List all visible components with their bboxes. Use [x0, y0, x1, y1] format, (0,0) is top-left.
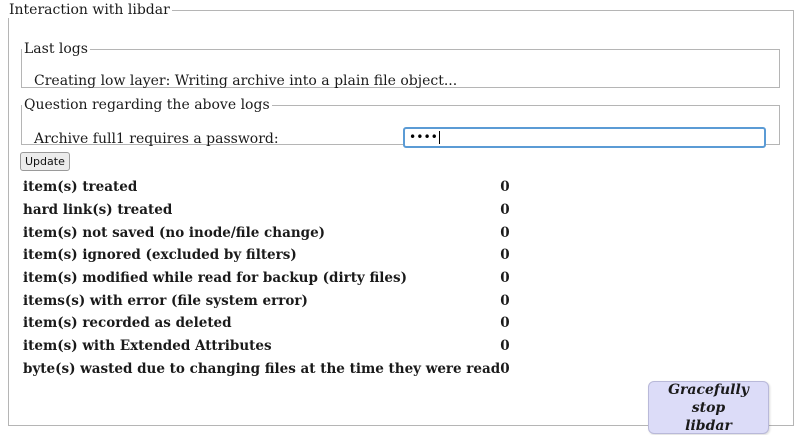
last-logs-title: Last logs: [24, 41, 88, 57]
stat-label: item(s) recorded as deleted: [23, 315, 232, 332]
stat-value: 0: [500, 247, 510, 264]
stop-button-line1: Gracefully stop: [668, 381, 749, 416]
last-log-message: Creating low layer: Writing archive into…: [34, 73, 458, 89]
stat-label: item(s) treated: [23, 179, 138, 196]
stat-label: item(s) ignored (excluded by filters): [23, 247, 297, 264]
password-input[interactable]: ••••: [403, 127, 766, 148]
update-button[interactable]: Update: [20, 152, 70, 171]
stat-label: item(s) with Extended Attributes: [23, 338, 272, 355]
stat-value: 0: [500, 292, 510, 309]
stat-value: 0: [500, 360, 510, 377]
stat-value: 0: [500, 315, 510, 332]
stat-value: 0: [500, 338, 510, 355]
stat-label: item(s) not saved (no inode/file change): [23, 224, 326, 241]
stat-row: items(s) with error (file system error) 0: [23, 289, 510, 312]
question-title: Question regarding the above logs: [24, 97, 270, 113]
stat-row: byte(s) wasted due to changing files at …: [23, 358, 510, 381]
gracefully-stop-button[interactable]: Gracefully stop libdar: [648, 381, 769, 434]
password-prompt: Archive full1 requires a password:: [34, 131, 279, 147]
stat-value: 0: [500, 270, 510, 287]
stat-label: hard link(s) treated: [23, 202, 173, 219]
stat-row: item(s) recorded as deleted 0: [23, 312, 510, 335]
stat-row: item(s) not saved (no inode/file change)…: [23, 221, 510, 244]
stat-row: hard link(s) treated 0: [23, 199, 510, 222]
statistics-table: item(s) treated 0 hard link(s) treated 0 ite…: [23, 176, 510, 380]
stat-row: item(s) with Extended Attributes 0: [23, 335, 510, 358]
stop-button-line2: libdar: [685, 417, 732, 434]
stat-row: item(s) modified while read for backup (…: [23, 267, 510, 290]
question-box: Question regarding the above logs Archiv…: [21, 97, 780, 148]
stat-row: item(s) ignored (excluded by filters) 0: [23, 244, 510, 267]
stat-label: item(s) modified while read for backup (…: [23, 270, 407, 287]
stat-value: 0: [500, 202, 510, 219]
last-logs-box: Last logs Creating low layer: Writing ar…: [21, 41, 780, 89]
libdar-interaction-panel: Interaction with libdar Last logs Creati…: [8, 2, 794, 434]
stat-value: 0: [500, 179, 510, 196]
stat-label: items(s) with error (file system error): [23, 292, 308, 309]
stat-value: 0: [500, 224, 510, 241]
stat-label: byte(s) wasted due to changing files at …: [23, 360, 501, 377]
panel-title: Interaction with libdar: [9, 2, 170, 18]
stat-row: item(s) treated 0: [23, 176, 510, 199]
